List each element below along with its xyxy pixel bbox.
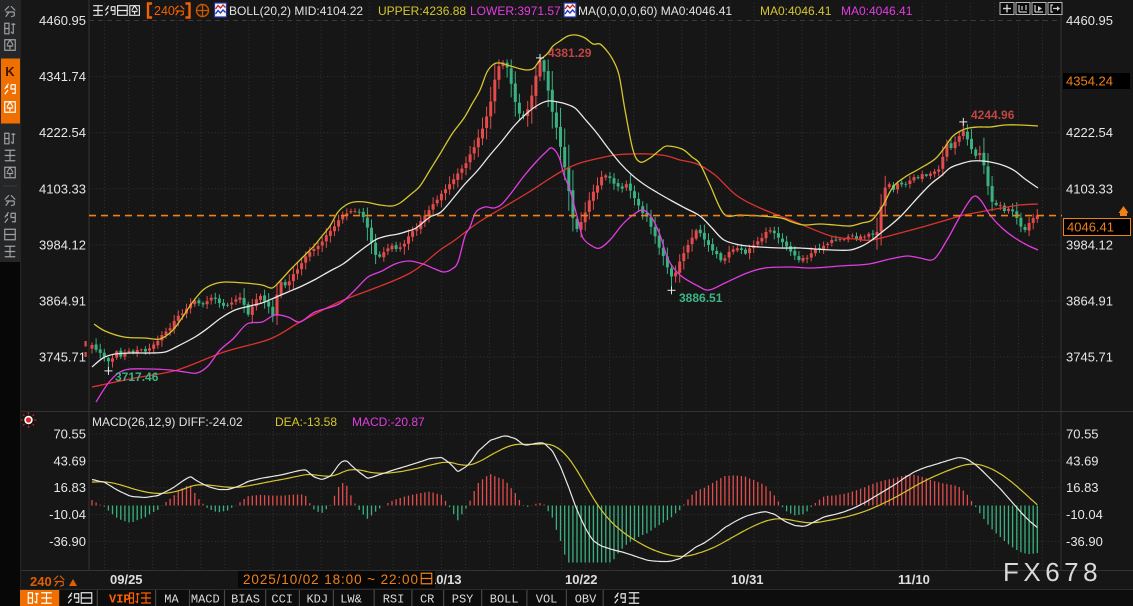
svg-text:DEA:-13.58: DEA:-13.58 [275,415,337,429]
svg-text:MACD:-20.87: MACD:-20.87 [352,415,425,429]
svg-text:MA(0,0,0,0,60) MA0:4046.41: MA(0,0,0,0,60) MA0:4046.41 [578,4,732,18]
svg-text:LW&: LW& [340,593,362,606]
svg-text:4046.41: 4046.41 [1067,220,1114,235]
svg-text:LOWER:3971.57: LOWER:3971.57 [470,4,561,18]
svg-text:VOL: VOL [536,593,558,606]
svg-text:10/31: 10/31 [731,572,764,587]
svg-text:4244.96: 4244.96 [971,108,1015,122]
svg-text:3864.91: 3864.91 [1066,294,1113,309]
svg-text:2025/10/02 18:00 ~ 22:00: 2025/10/02 18:00 ~ 22:00 [243,572,419,587]
svg-text:BOLL(20,2) MID:4104.22: BOLL(20,2) MID:4104.22 [229,4,363,18]
svg-text:-10.04: -10.04 [1066,507,1103,522]
svg-text:-10.04: -10.04 [49,507,86,522]
svg-text:16.83: 16.83 [53,480,86,495]
svg-text:3864.91: 3864.91 [39,294,86,309]
svg-text:3984.12: 3984.12 [1066,237,1113,252]
svg-text:MA0:4046.41: MA0:4046.41 [841,4,913,18]
svg-text:MACD: MACD [191,593,220,606]
svg-text:3745.71: 3745.71 [1066,350,1113,365]
svg-text:70.55: 70.55 [1066,427,1099,442]
svg-text:240: 240 [30,574,52,589]
svg-text:VIP: VIP [109,593,131,606]
svg-text:KDJ: KDJ [306,593,328,606]
svg-text:4103.33: 4103.33 [39,181,86,196]
svg-text:3717.46: 3717.46 [115,370,159,384]
svg-text:MACD(26,12,9) DIFF:-24.02: MACD(26,12,9) DIFF:-24.02 [92,415,243,429]
svg-text:43.69: 43.69 [1066,453,1099,468]
svg-text:4222.54: 4222.54 [39,125,86,140]
svg-text:BOLL: BOLL [490,593,519,606]
svg-text:-36.90: -36.90 [49,534,86,549]
svg-text:70.55: 70.55 [53,427,86,442]
svg-text:3984.12: 3984.12 [39,237,86,252]
svg-text:OBV: OBV [575,593,597,606]
svg-text:240: 240 [154,4,175,18]
svg-text:10/22: 10/22 [565,572,598,587]
svg-text:PSY: PSY [452,593,474,606]
svg-text:4341.74: 4341.74 [39,69,86,84]
svg-text:K: K [5,64,15,79]
svg-text:MA0:4046.41: MA0:4046.41 [760,4,832,18]
svg-text:UPPER:4236.88: UPPER:4236.88 [378,4,466,18]
svg-text:MA: MA [164,593,179,606]
svg-text:FX678: FX678 [1003,557,1102,587]
svg-text:43.69: 43.69 [53,453,86,468]
svg-text:CR: CR [420,593,434,606]
svg-text:4460.95: 4460.95 [39,13,86,28]
svg-text:16.83: 16.83 [1066,480,1099,495]
svg-text:3886.51: 3886.51 [679,291,723,305]
svg-text:-36.90: -36.90 [1066,534,1103,549]
svg-text:4381.29: 4381.29 [548,46,592,60]
svg-text:BIAS: BIAS [231,593,260,606]
svg-text:4103.33: 4103.33 [1066,181,1113,196]
svg-text:4222.54: 4222.54 [1066,125,1113,140]
svg-text:CCI: CCI [271,593,293,606]
svg-text:4460.95: 4460.95 [1066,13,1113,28]
svg-text:RSI: RSI [383,593,405,606]
svg-text:09/25: 09/25 [110,572,143,587]
svg-text:4354.24: 4354.24 [1066,74,1113,89]
svg-text:11/10: 11/10 [898,572,930,587]
svg-text:3745.71: 3745.71 [39,350,86,365]
